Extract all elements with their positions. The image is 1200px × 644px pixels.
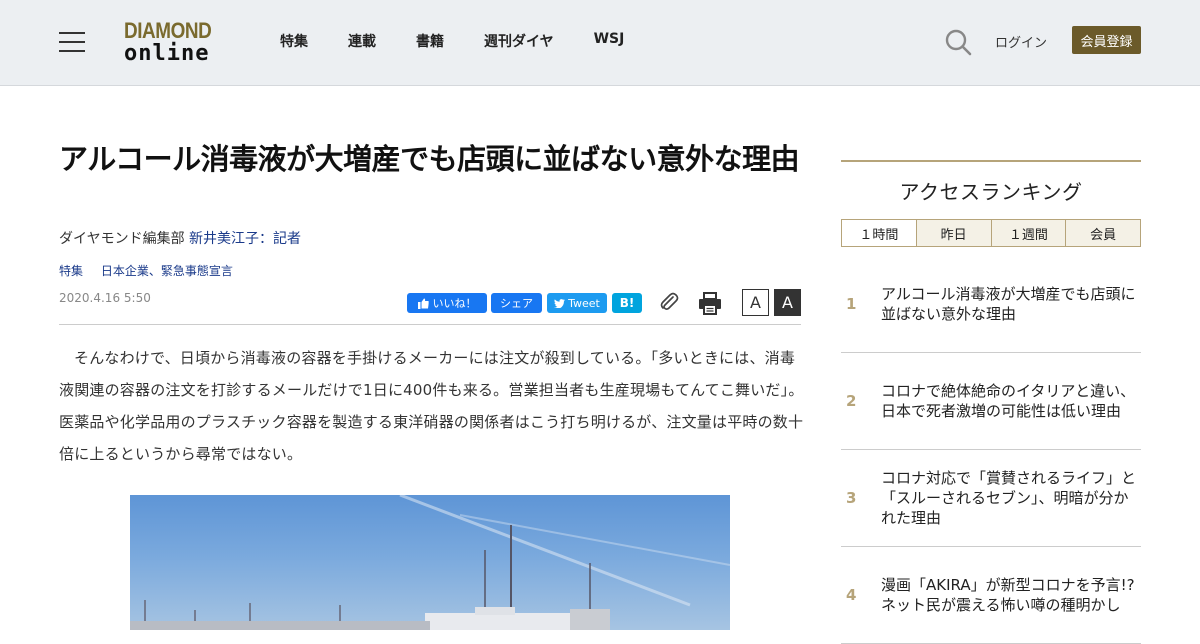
nav-item-tokushu[interactable]: 特集: [280, 31, 308, 51]
article-photo: [130, 495, 730, 630]
tag-link[interactable]: 日本企業、緊急事態宣言: [101, 264, 233, 278]
tweet-button[interactable]: Tweet: [547, 293, 607, 313]
nav-item-weekly[interactable]: 週刊ダイヤ: [484, 31, 554, 51]
facebook-like-button[interactable]: いいね！: [407, 293, 487, 313]
tab-yesterday[interactable]: 昨日: [915, 220, 991, 246]
ranking-list: 1 アルコール消毒液が大増産でも店頭に並ばない意外な理由 2 コロナで絶体絶命の…: [841, 256, 1141, 644]
list-item[interactable]: 4 漫画「AKIRA」が新型コロナを予言!?ネット民が震える怖い噂の種明かし: [841, 547, 1141, 644]
tag-link[interactable]: 特集: [59, 264, 83, 278]
login-link[interactable]: ログイン: [995, 32, 1047, 51]
publish-date: 2020.4.16 5:50: [59, 291, 151, 305]
list-item[interactable]: 2 コロナで絶体絶命のイタリアと違い、日本で死者激増の可能性は低い理由: [841, 353, 1141, 450]
byline: ダイヤモンド編集部 新井美江子：記者: [59, 228, 301, 248]
main-nav: 特集 連載 書籍 週刊ダイヤ WSJ: [280, 31, 664, 51]
article-body: そんなわけで、日頃から消毒液の容器を手掛けるメーカーには注文が殺到している。「多…: [59, 349, 804, 463]
article-title: アルコール消毒液が大増産でも店頭に並ばない意外な理由: [59, 142, 800, 176]
rank-number: 3: [846, 489, 857, 507]
rank-number: 2: [846, 392, 857, 410]
sidebar-divider: [841, 160, 1141, 162]
menu-icon[interactable]: [59, 32, 85, 52]
paperclip-icon[interactable]: [658, 291, 680, 313]
print-icon[interactable]: [698, 291, 722, 315]
nav-item-rensai[interactable]: 連載: [348, 31, 376, 51]
rank-number: 1: [846, 295, 857, 313]
search-icon[interactable]: [944, 28, 972, 56]
facebook-share-button[interactable]: シェア: [491, 293, 542, 313]
article-tags: 特集 日本企業、緊急事態宣言: [59, 262, 247, 279]
rank-title[interactable]: アルコール消毒液が大増産でも店頭に並ばない意外な理由: [881, 256, 1139, 352]
rank-title[interactable]: コロナで絶体絶命のイタリアと違い、日本で死者激増の可能性は低い理由: [881, 353, 1139, 449]
rank-title[interactable]: 漫画「AKIRA」が新型コロナを予言!?ネット民が震える怖い噂の種明かし: [881, 547, 1139, 643]
register-button[interactable]: 会員登録: [1072, 26, 1141, 54]
tab-members[interactable]: 会員: [1065, 220, 1140, 246]
ranking-tabs: １時間 昨日 １週間 会員: [841, 219, 1141, 247]
site-logo[interactable]: DIAMOND online: [124, 20, 228, 66]
thumbs-up-icon: [417, 298, 429, 309]
tab-1-hour[interactable]: １時間: [842, 220, 916, 246]
font-size-large-button[interactable]: A: [774, 289, 801, 316]
like-label: いいね！: [432, 297, 477, 310]
site-header: DIAMOND online 特集 連載 書籍 週刊ダイヤ WSJ ログイン 会…: [0, 0, 1200, 86]
ranking-title: アクセスランキング: [899, 180, 1083, 204]
building-photo: [130, 495, 730, 630]
twitter-bird-icon: [554, 298, 566, 308]
hatena-bookmark-button[interactable]: B!: [612, 293, 642, 313]
rank-title[interactable]: コロナ対応で「賞賛されるライフ」と「スルーされるセブン」、明暗が分かれた理由: [881, 450, 1139, 546]
list-item[interactable]: 1 アルコール消毒液が大増産でも店頭に並ばない意外な理由: [841, 256, 1141, 353]
author-link[interactable]: 新井美江子：記者: [189, 231, 301, 247]
rank-number: 4: [846, 586, 857, 604]
logo-line1: DIAMOND: [124, 18, 212, 43]
nav-item-wsj[interactable]: WSJ: [594, 31, 625, 51]
logo-line2: online: [124, 41, 210, 66]
tab-1-week[interactable]: １週間: [990, 220, 1066, 246]
list-item[interactable]: 3 コロナ対応で「賞賛されるライフ」と「スルーされるセブン」、明暗が分かれた理由: [841, 450, 1141, 547]
divider: [59, 324, 801, 325]
tweet-label: Tweet: [568, 296, 600, 310]
byline-dept: ダイヤモンド編集部: [59, 231, 185, 247]
font-size-small-button[interactable]: A: [742, 289, 769, 316]
nav-item-shoseki[interactable]: 書籍: [416, 31, 444, 51]
